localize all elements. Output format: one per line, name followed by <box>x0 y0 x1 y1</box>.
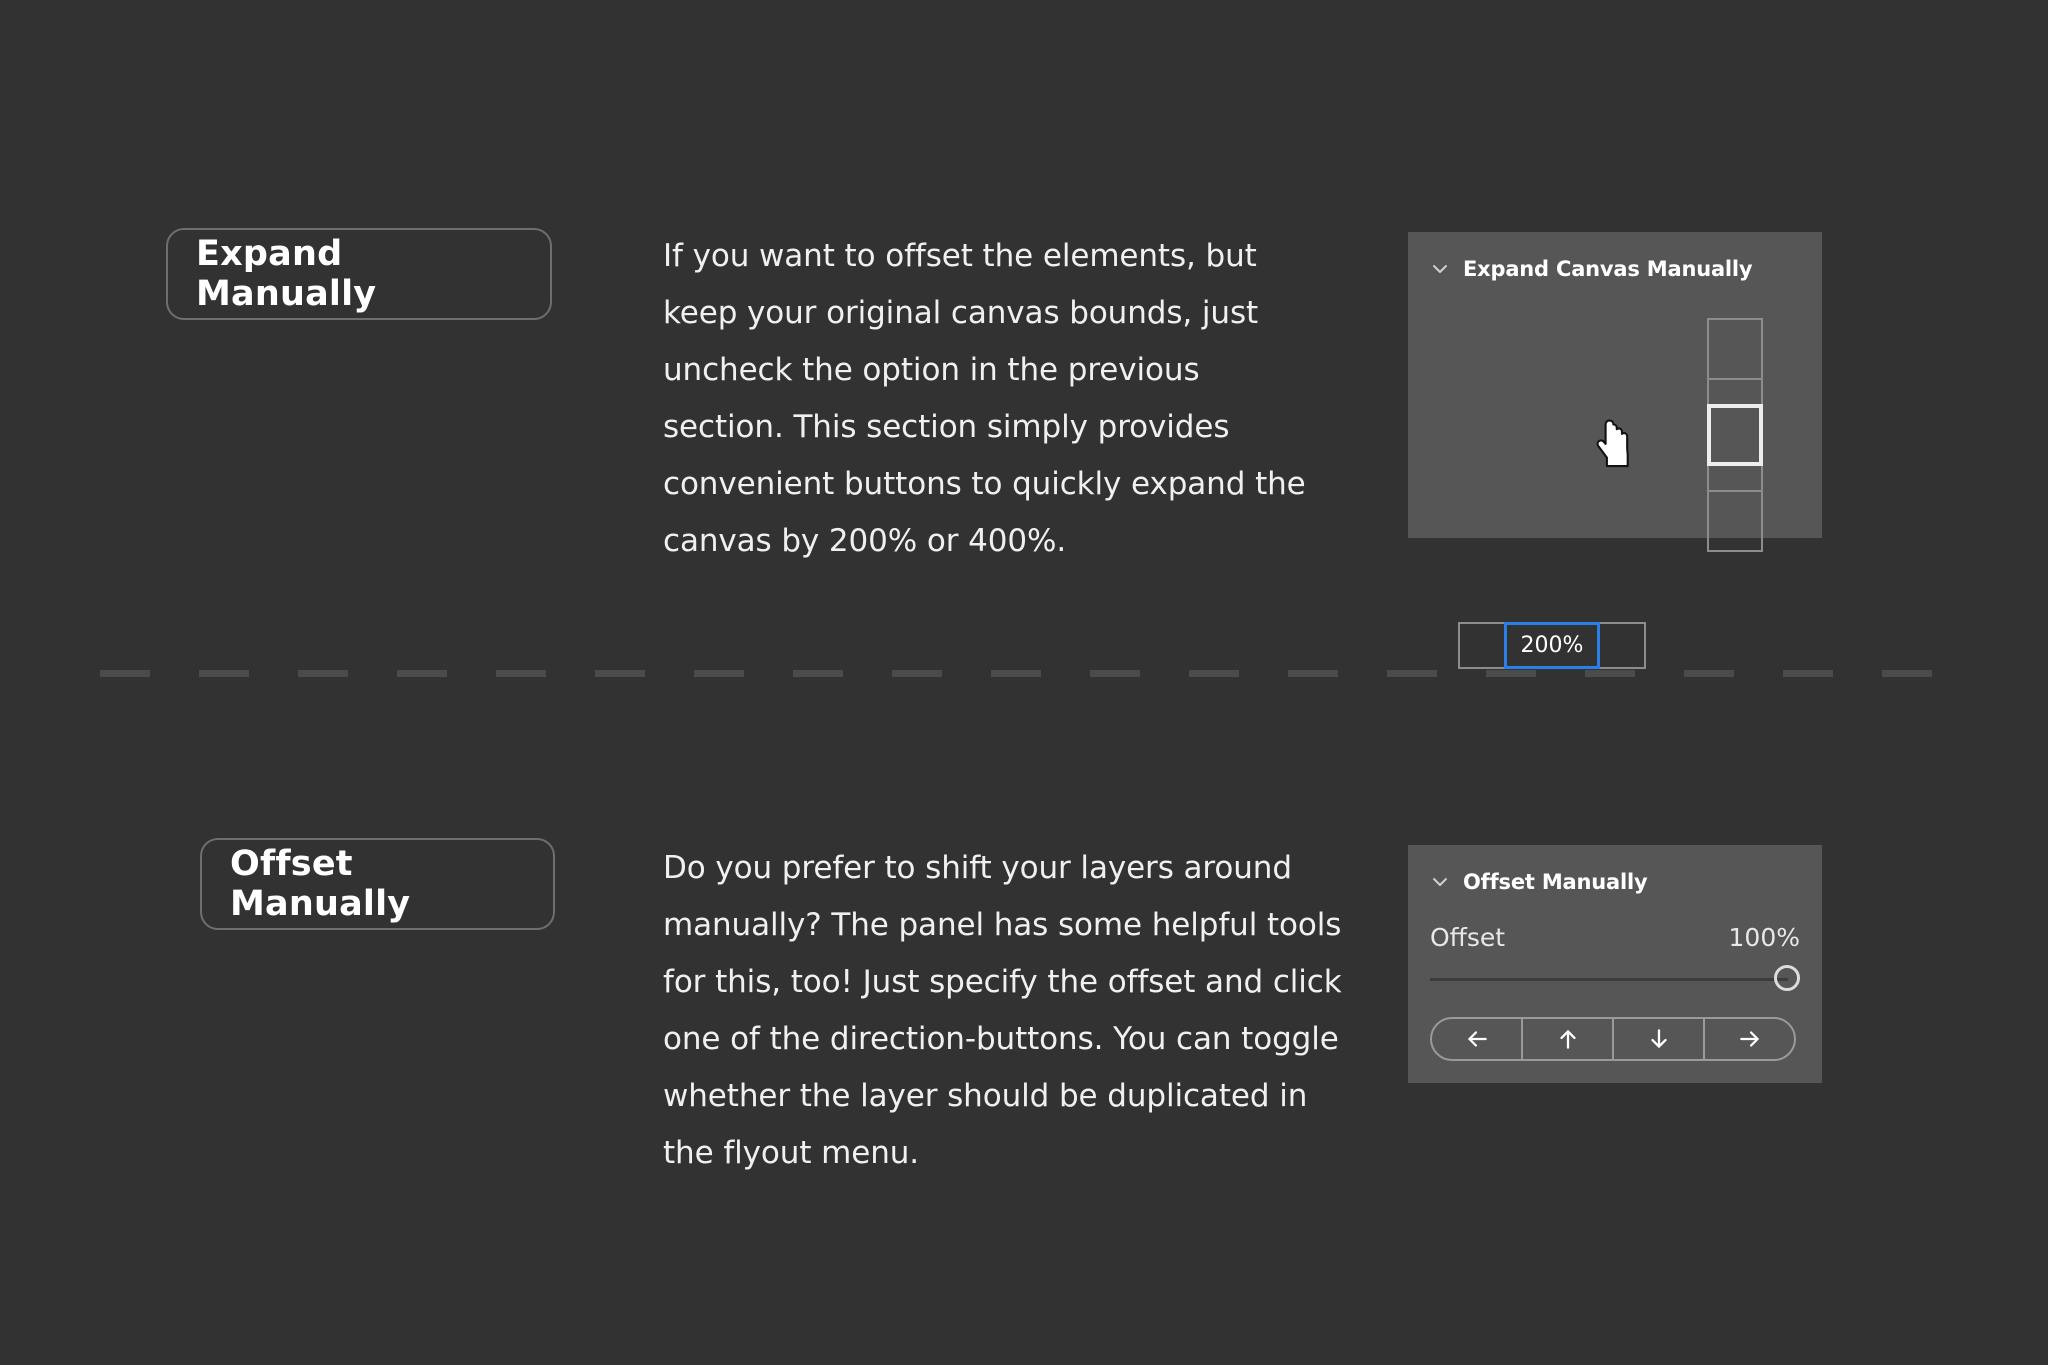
offset-down-button[interactable] <box>1612 1017 1705 1061</box>
offset-slider-thumb[interactable] <box>1774 965 1800 991</box>
offset-value[interactable]: 100% <box>1729 923 1800 952</box>
offset-up-button[interactable] <box>1521 1017 1614 1061</box>
chevron-down-icon[interactable] <box>1430 259 1450 279</box>
anchor-box-3-selected[interactable] <box>1707 404 1763 466</box>
arrow-down-icon <box>1646 1026 1672 1052</box>
expand-segment-200-percent[interactable]: 200% <box>1504 622 1600 669</box>
expand-manually-description: If you want to offset the elements, but … <box>663 238 1306 559</box>
section-divider <box>100 670 1945 677</box>
arrow-up-icon <box>1555 1026 1581 1052</box>
offset-panel-header[interactable]: Offset Manually <box>1430 870 1648 894</box>
expand-percentage-button-group: 200% <box>1458 622 1646 669</box>
expand-segment-right[interactable] <box>1598 622 1646 669</box>
arrow-left-icon <box>1464 1026 1490 1052</box>
offset-panel-title: Offset Manually <box>1463 870 1648 894</box>
offset-label: Offset <box>1430 923 1506 952</box>
expand-panel-header[interactable]: Expand Canvas Manually <box>1430 257 1753 281</box>
offset-slider[interactable] <box>1430 965 1800 993</box>
offset-manually-panel: Offset Manually Offset 100% <box>1408 845 1822 1083</box>
anchor-box-4[interactable] <box>1707 464 1763 492</box>
offset-left-button[interactable] <box>1430 1017 1523 1061</box>
offset-manually-description: Do you prefer to shift your layers aroun… <box>663 850 1342 1171</box>
offset-value-row: Offset 100% <box>1430 923 1800 952</box>
expand-panel-title: Expand Canvas Manually <box>1463 257 1753 281</box>
direction-button-group <box>1430 1017 1796 1061</box>
canvas-anchor-column <box>1707 318 1763 552</box>
offset-right-button[interactable] <box>1703 1017 1796 1061</box>
page-root: Expand Manually If you want to offset th… <box>0 0 2048 1365</box>
expand-canvas-manually-panel: Expand Canvas Manually 200% <box>1408 232 1822 669</box>
expand-manually-button[interactable]: Expand Manually <box>166 228 552 320</box>
anchor-box-1[interactable] <box>1707 318 1763 380</box>
anchor-box-5[interactable] <box>1707 490 1763 552</box>
expand-segment-left[interactable] <box>1458 622 1506 669</box>
chevron-down-icon[interactable] <box>1430 872 1450 892</box>
offset-slider-track[interactable] <box>1430 978 1788 981</box>
offset-manually-button[interactable]: Offset Manually <box>200 838 555 930</box>
anchor-box-2[interactable] <box>1707 378 1763 406</box>
arrow-right-icon <box>1737 1026 1763 1052</box>
